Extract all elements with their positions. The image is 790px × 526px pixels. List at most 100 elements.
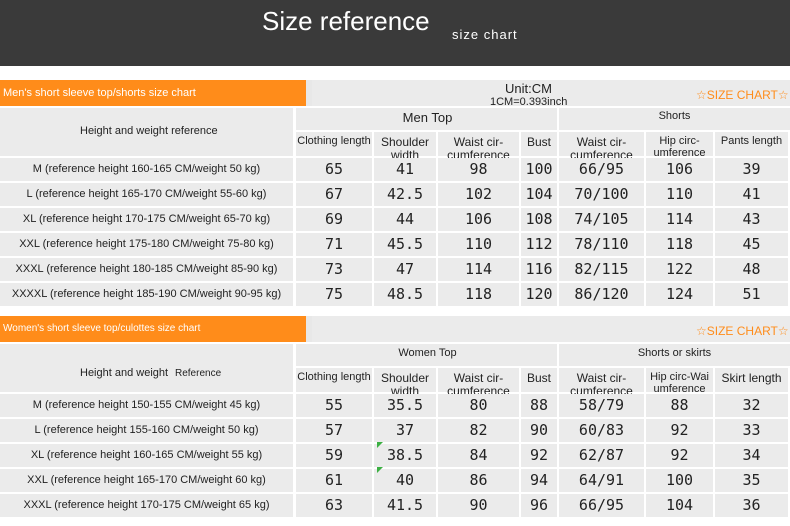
women-banner: Women's short sleeve top/culottes size c… [0, 316, 306, 342]
women-value: 66/95 [578, 496, 625, 514]
check-mark-icon [377, 442, 383, 448]
men-value: 78/110 [574, 235, 629, 253]
men-value: 122 [665, 260, 694, 278]
men-value: 41 [395, 160, 415, 178]
women-value: 90 [529, 421, 549, 439]
men-size-chart-badge: ☆SIZE CHART☆ [696, 88, 789, 102]
men-value: 43 [742, 210, 761, 228]
men-value: 67 [324, 185, 344, 203]
women-value: 33 [742, 421, 761, 439]
men-value: 73 [324, 260, 344, 278]
men-value: 104 [525, 185, 553, 203]
men-value: 110 [665, 185, 694, 203]
men-row-label: XL (reference height 170-175 CM/weight 6… [22, 213, 271, 225]
women-size-chart-badge: ☆SIZE CHART☆ [696, 324, 789, 338]
women-value: 94 [529, 471, 549, 489]
men-value: 39 [742, 160, 761, 178]
men-value: 65 [324, 160, 344, 178]
men-value: 75 [324, 285, 344, 303]
check-mark-icon [377, 467, 383, 473]
men-ref-header: Height and weight reference [80, 125, 218, 137]
men-value: 102 [464, 185, 493, 203]
men-row-label: L (reference height 165-170 CM/weight 55… [26, 188, 267, 200]
men-value: 116 [525, 260, 553, 278]
men-value: 44 [395, 210, 415, 228]
men-value: 45.5 [386, 235, 424, 253]
men-value: 100 [525, 160, 553, 178]
women-value: 57 [324, 421, 344, 439]
women-ref-header-sub: Reference [175, 368, 222, 379]
women-value: 34 [742, 446, 761, 464]
men-value: 98 [469, 160, 488, 178]
women-group-top: Women Top [398, 347, 457, 359]
women-row-label: XXL (reference height 165-170 CM/weight … [27, 474, 266, 486]
women-value: 104 [665, 496, 694, 514]
women-value: 64/91 [578, 471, 625, 489]
men-value: 110 [464, 235, 493, 253]
men-group-bottom: Shorts [658, 110, 691, 122]
women-value: 82 [469, 421, 488, 439]
women-value: 96 [529, 496, 549, 514]
men-value: 118 [464, 285, 493, 303]
men-col-header: Hip circ-umference [653, 135, 706, 159]
men-value: 51 [742, 285, 761, 303]
men-value: 45 [742, 235, 761, 253]
men-col-header: Pants length [720, 135, 783, 147]
men-value: 74/105 [574, 210, 629, 228]
women-value: 37 [395, 421, 415, 439]
women-value: 92 [670, 421, 689, 439]
women-row-label: M (reference height 150-155 CM/weight 45… [32, 399, 261, 411]
men-value: 47 [395, 260, 415, 278]
women-value: 40 [395, 471, 415, 489]
women-row-label: XXXL (reference height 170-175 CM/weight… [23, 499, 270, 511]
women-col-header: Clothing length [297, 371, 371, 383]
women-value: 41.5 [386, 496, 424, 514]
men-value: 42.5 [386, 185, 424, 203]
women-value: 35 [742, 471, 761, 489]
women-value: 80 [469, 396, 488, 414]
men-value: 118 [665, 235, 694, 253]
men-value: 114 [464, 260, 493, 278]
men-group-top: Men Top [402, 110, 453, 125]
women-value: 62/87 [578, 446, 625, 464]
women-value: 35.5 [386, 396, 424, 414]
women-value: 36 [742, 496, 761, 514]
men-value: 108 [525, 210, 553, 228]
women-value: 88 [529, 396, 549, 414]
women-value: 61 [324, 471, 344, 489]
women-value: 38.5 [386, 446, 424, 464]
men-value: 106 [665, 160, 694, 178]
men-value: 112 [525, 235, 553, 253]
page-subtitle: size chart [452, 27, 518, 42]
women-col-header: Hip circ-Wai umference [650, 371, 709, 395]
men-value: 48 [742, 260, 761, 278]
women-value: 60/83 [578, 421, 625, 439]
women-value: 58/79 [578, 396, 625, 414]
men-row-label: XXL (reference height 175-180 CM/weight … [19, 238, 274, 250]
men-value: 86/120 [574, 285, 629, 303]
men-value: 106 [464, 210, 493, 228]
men-row-label: XXXXL (reference height 185-190 CM/weigh… [11, 288, 282, 300]
women-value: 59 [324, 446, 344, 464]
men-value: 69 [324, 210, 344, 228]
men-value: 114 [665, 210, 694, 228]
women-ref-header: Height and weight [80, 367, 169, 379]
page-header: Size reference size chart [0, 0, 790, 66]
men-value: 41 [742, 185, 761, 203]
men-value: 66/95 [578, 160, 625, 178]
women-row-label: L (reference height 155-160 CM/weight 50… [34, 424, 259, 436]
men-banner: Men's short sleeve top/shorts size chart [0, 80, 306, 106]
men-unit: Unit:CM [505, 81, 552, 96]
men-col-header: Bust [526, 135, 551, 149]
women-col-header: Bust [526, 371, 551, 385]
men-row-label: XXXL (reference height 180-185 CM/weight… [15, 263, 278, 275]
women-value: 90 [469, 496, 488, 514]
women-value: 84 [469, 446, 488, 464]
men-value: 82/115 [574, 260, 629, 278]
men-value: 120 [525, 285, 553, 303]
women-value: 86 [469, 471, 488, 489]
women-value: 92 [529, 446, 549, 464]
women-value: 32 [742, 396, 761, 414]
men-col-header: Clothing length [297, 135, 371, 147]
women-row-label: XL (reference height 160-165 CM/weight 5… [30, 449, 263, 461]
